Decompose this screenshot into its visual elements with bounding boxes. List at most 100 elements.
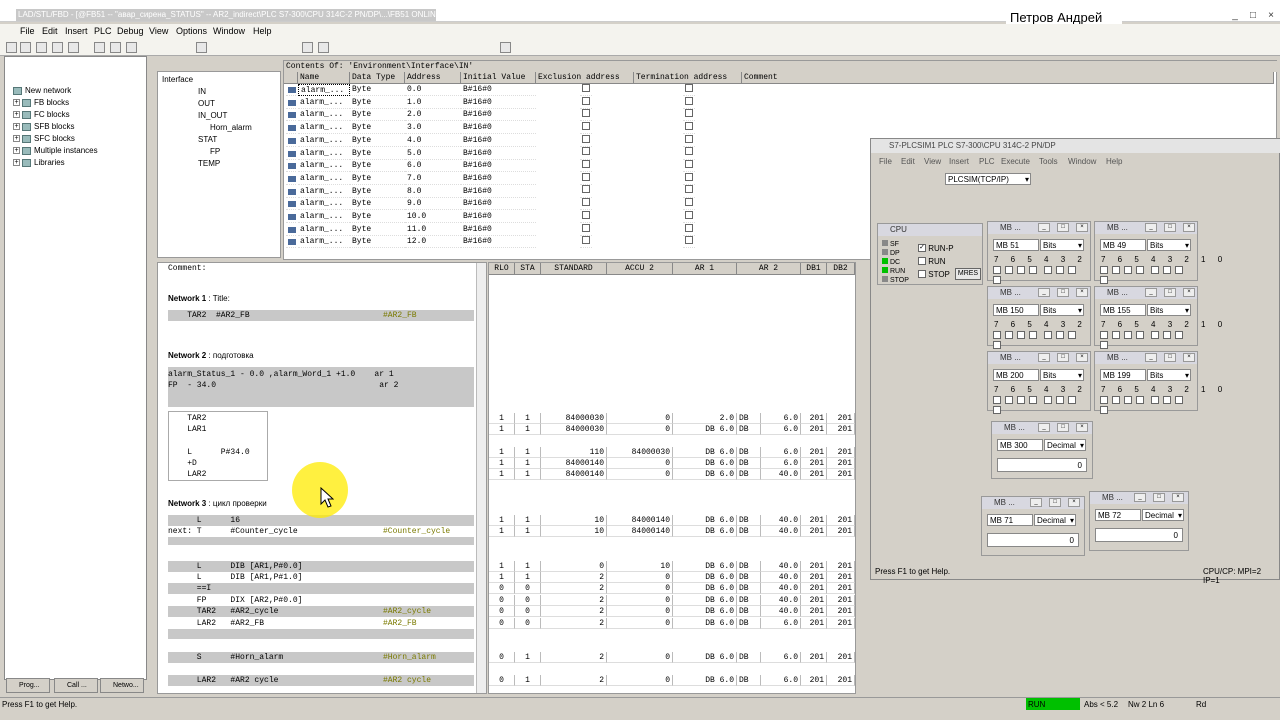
checkbox[interactable] [580, 121, 592, 135]
table-cell[interactable]: 11.0 [405, 224, 461, 236]
table-cell[interactable]: Byte [350, 122, 405, 135]
table-cell[interactable]: 10.0 [405, 211, 461, 223]
tree-node-in[interactable]: IN [198, 87, 206, 96]
table-cell[interactable]: alarm_... [298, 148, 350, 160]
maximize-icon[interactable]: □ [1057, 223, 1069, 232]
network-3-line-2[interactable]: next: T #Counter_cycle [168, 526, 298, 537]
maximize-icon[interactable]: □ [1164, 288, 1176, 297]
minimize-icon[interactable]: _ [1038, 223, 1050, 232]
copy-icon[interactable] [110, 42, 121, 53]
table-cell[interactable]: Byte [350, 135, 405, 147]
open-icon[interactable] [20, 42, 31, 53]
tree-node-fp[interactable]: FP [210, 147, 220, 156]
checkbox[interactable] [683, 223, 695, 236]
tree-node-stat[interactable]: STAT [198, 135, 217, 144]
table-cell[interactable]: alarm_... [298, 109, 350, 122]
checkbox[interactable] [580, 223, 592, 236]
table-cell[interactable]: alarm_... [298, 135, 350, 147]
maximize-icon[interactable]: □ [1057, 353, 1069, 362]
minimize-button[interactable]: _ [1228, 10, 1242, 22]
network-3-line-8[interactable]: LAR2 #AR2_FB [168, 618, 264, 629]
table-cell[interactable]: 6.0 [405, 160, 461, 173]
tree-root-interface[interactable]: Interface [162, 75, 193, 84]
mres-button[interactable]: MRES [955, 268, 981, 280]
table-cell[interactable]: Byte [350, 160, 405, 173]
mb-address-input[interactable]: MB 150 [993, 304, 1039, 316]
tree-item-sfc-blocks[interactable]: + SFC blocks [13, 133, 75, 145]
tree-item-sfb-blocks[interactable]: + SFB blocks [13, 121, 74, 133]
column-header[interactable]: Address [405, 72, 461, 84]
table-cell[interactable]: B#16#0 [461, 198, 536, 211]
expand-icon[interactable]: + [13, 147, 20, 155]
mb-format-select[interactable]: Bits ▾ [1147, 304, 1191, 316]
mb-format-select[interactable]: Bits ▾ [1147, 239, 1191, 251]
maximize-icon[interactable]: □ [1164, 353, 1176, 362]
table-cell[interactable]: Byte [350, 173, 405, 185]
mb-address-input[interactable]: MB 300 [997, 439, 1043, 451]
plcsim-menu-tools[interactable]: Tools [1039, 157, 1058, 166]
maximize-icon[interactable]: □ [1164, 223, 1176, 232]
tree-node-out[interactable]: OUT [198, 99, 215, 108]
network-3-line-3[interactable]: L DIB [AR1,P#0.0] [168, 561, 474, 572]
mb-address-input[interactable]: MB 72 [1095, 509, 1141, 521]
minimize-icon[interactable]: _ [1134, 493, 1146, 502]
monitor-icon[interactable] [196, 42, 207, 53]
mb-format-select[interactable]: Decimal ▾ [1034, 514, 1076, 526]
table-cell[interactable]: alarm_... [298, 186, 350, 198]
code-scrollbar[interactable] [476, 263, 486, 693]
table-cell[interactable]: B#16#0 [461, 109, 536, 122]
table-cell[interactable]: alarm_... [298, 198, 350, 211]
checkbox[interactable] [683, 134, 695, 147]
network-2-code-4[interactable]: +D [168, 458, 197, 469]
help-icon[interactable] [500, 42, 511, 53]
table-cell[interactable]: alarm_... [298, 173, 350, 185]
table-cell[interactable]: B#16#0 [461, 122, 536, 135]
new-icon[interactable] [6, 42, 17, 53]
menu-options[interactable]: Options [176, 26, 207, 36]
network-3-line-6[interactable]: FP DIX [AR2,P#0.0] [168, 595, 303, 606]
table-cell[interactable]: alarm_... [298, 97, 350, 109]
menu-plc[interactable]: PLC [94, 26, 112, 36]
mb-address-input[interactable]: MB 155 [1100, 304, 1146, 316]
save-icon[interactable] [52, 42, 63, 53]
table-cell[interactable]: Byte [350, 97, 405, 109]
checkbox[interactable] [683, 185, 695, 198]
checkbox[interactable] [580, 185, 592, 198]
plcsim-menu-view[interactable]: View [924, 157, 941, 166]
download-icon[interactable] [36, 42, 47, 53]
checkbox[interactable] [580, 236, 592, 249]
checkbox[interactable] [683, 96, 695, 109]
table-cell[interactable]: Byte [350, 109, 405, 122]
table-cell[interactable]: Byte [350, 84, 405, 96]
close-icon[interactable]: × [1183, 288, 1195, 297]
connection-select[interactable]: PLCSIM(TCP/IP) ▾ [945, 173, 1031, 185]
mb-address-input[interactable]: MB 51 [993, 239, 1039, 251]
table-cell[interactable]: Byte [350, 224, 405, 236]
table-cell[interactable]: B#16#0 [461, 135, 536, 147]
minimize-icon[interactable]: _ [1145, 223, 1157, 232]
checkbox[interactable] [683, 121, 695, 135]
maximize-icon[interactable]: □ [1153, 493, 1165, 502]
tree-node-in-out[interactable]: IN_OUT [198, 111, 227, 120]
tree-item-libraries[interactable]: + Libraries [13, 157, 65, 169]
close-icon[interactable]: × [1076, 223, 1088, 232]
tree-node-horn-alarm[interactable]: Horn_alarm [210, 123, 252, 132]
mb-format-select[interactable]: Bits ▾ [1040, 304, 1084, 316]
bit-checkboxes[interactable] [993, 266, 1090, 286]
checkbox[interactable] [683, 147, 695, 160]
minimize-icon[interactable]: _ [1030, 498, 1042, 507]
mb-address-input[interactable]: MB 71 [987, 514, 1033, 526]
overview-icon[interactable] [302, 42, 313, 53]
mode-run[interactable]: RUN [918, 255, 954, 268]
bit-checkboxes[interactable] [1100, 266, 1197, 286]
menu-window[interactable]: Window [213, 26, 245, 36]
tree-item-fb-blocks[interactable]: + FB blocks [13, 97, 69, 109]
mode-stop[interactable]: STOP [918, 268, 954, 281]
minimize-icon[interactable]: _ [1145, 288, 1157, 297]
mb-value-field[interactable]: 0 [997, 458, 1087, 472]
table-cell[interactable]: 3.0 [405, 122, 461, 135]
table-cell[interactable]: B#16#0 [461, 97, 536, 109]
table-cell[interactable]: B#16#0 [461, 173, 536, 185]
table-cell[interactable]: alarm_... [298, 84, 350, 96]
maximize-icon[interactable]: □ [1057, 288, 1069, 297]
